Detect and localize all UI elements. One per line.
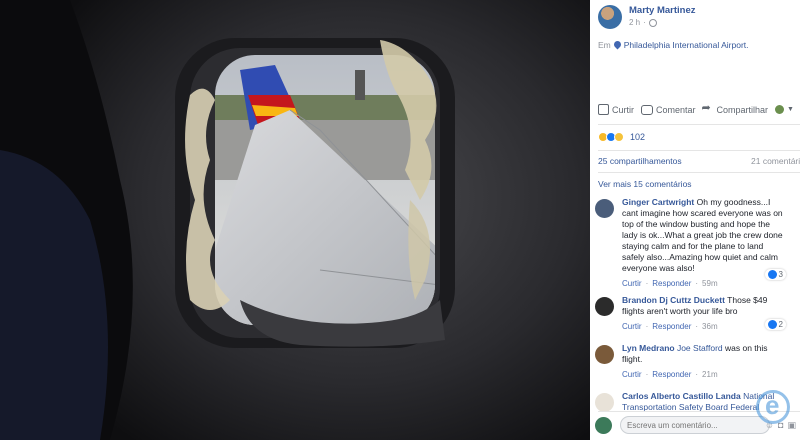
- globe-icon: [648, 19, 657, 27]
- divider: [598, 150, 800, 151]
- commenter-name[interactable]: Brandon Dj Cuttz Duckett: [622, 295, 725, 305]
- map-pin-icon: [614, 41, 621, 50]
- comment-text-block: Brandon Dj Cuttz Duckett Those $49 fligh…: [622, 295, 787, 317]
- post-meta: 2 h ·: [629, 17, 696, 29]
- profile-mini-avatar: [775, 105, 785, 114]
- comment-actions: Curtir · Responder · 36m: [622, 322, 787, 331]
- dot-separator: ·: [643, 18, 646, 27]
- share-label: Compartilhar: [716, 104, 769, 115]
- comment-likes-count: 3: [778, 270, 783, 279]
- comments-count[interactable]: 21 comentários: [751, 156, 800, 166]
- comment-time[interactable]: 36m: [702, 322, 718, 331]
- gif-icon[interactable]: ▣: [787, 420, 796, 431]
- divider: [598, 124, 800, 125]
- dot-separator: ·: [645, 279, 649, 288]
- airplane-window-photo: [0, 0, 590, 440]
- comment-body: Ginger Cartwright Oh my goodness...I can…: [622, 197, 787, 288]
- dot-separator: ·: [645, 370, 649, 379]
- dot-separator: ·: [695, 370, 699, 379]
- like-reaction-icon: [767, 270, 777, 279]
- like-label: Curtir: [612, 104, 634, 115]
- post-time[interactable]: 2 h: [629, 17, 640, 29]
- comment-likes-badge[interactable]: 3: [764, 269, 786, 280]
- comment-time[interactable]: 21m: [702, 370, 718, 379]
- location-link[interactable]: Philadelphia International Airport.: [624, 40, 749, 50]
- post-sidebar: Marty Martinez 2 h · Em Philadelphia Int…: [590, 0, 800, 440]
- comment-like-link[interactable]: Curtir: [622, 370, 642, 379]
- comment-reply-link[interactable]: Responder: [652, 279, 691, 288]
- comment-actions: Curtir · Responder · 21m: [622, 370, 787, 379]
- sad-reaction-icon: [614, 132, 624, 142]
- post-actions: Curtir Comentar Compartilhar ▼: [598, 101, 800, 115]
- current-user-avatar: [595, 416, 612, 434]
- commenter-name[interactable]: Ginger Cartwright: [622, 197, 694, 207]
- comment-text-block: Lyn Medrano Joe Stafford was on this fli…: [622, 343, 787, 365]
- commenter-avatar[interactable]: [595, 393, 614, 411]
- comment-item: Brandon Dj Cuttz Duckett Those $49 fligh…: [595, 295, 800, 331]
- thumbs-up-icon: [598, 104, 609, 115]
- like-reaction-icon: [767, 320, 777, 329]
- reactions-count[interactable]: 102: [630, 132, 645, 142]
- shares-count[interactable]: 25 compartilhamentos: [598, 156, 682, 166]
- post-photo[interactable]: [0, 0, 590, 440]
- commenter-avatar[interactable]: [595, 345, 614, 364]
- commenter-avatar[interactable]: [595, 297, 614, 316]
- dot-separator: ·: [695, 322, 699, 331]
- comment-item: Lyn Medrano Joe Stafford was on this fli…: [595, 343, 800, 379]
- comment-likes-badge[interactable]: 2: [764, 319, 786, 330]
- view-more-comments-link[interactable]: Ver mais 15 comentários: [598, 179, 692, 189]
- tagged-user[interactable]: Joe Stafford: [677, 343, 723, 353]
- comment-body: Lyn Medrano Joe Stafford was on this fli…: [622, 343, 787, 379]
- comment-input[interactable]: [620, 416, 770, 434]
- share-icon: [702, 101, 714, 114]
- dot-separator: ·: [645, 322, 649, 331]
- commenter-name[interactable]: Lyn Medrano: [622, 343, 675, 353]
- commenter-name[interactable]: Carlos Alberto Castillo Landa: [622, 391, 741, 401]
- comment-label: Comentar: [656, 104, 696, 115]
- post-location: Em Philadelphia International Airport.: [598, 40, 749, 50]
- comment-body: Brandon Dj Cuttz Duckett Those $49 fligh…: [622, 295, 787, 331]
- comment-item: Ginger Cartwright Oh my goodness...I can…: [595, 197, 800, 288]
- audience-selector[interactable]: ▼: [775, 105, 794, 114]
- comment-actions: Curtir · Responder · 59m: [622, 279, 787, 288]
- comment-reply-link[interactable]: Responder: [652, 370, 691, 379]
- author-name[interactable]: Marty Martinez: [629, 5, 696, 17]
- author-block: Marty Martinez 2 h ·: [629, 5, 696, 29]
- reactions-summary[interactable]: 102: [598, 132, 645, 142]
- comment-time[interactable]: 59m: [702, 279, 718, 288]
- location-prefix: Em: [598, 40, 611, 50]
- comment-reply-link[interactable]: Responder: [652, 322, 691, 331]
- comment-button[interactable]: Comentar: [641, 104, 696, 115]
- comment-text: Oh my goodness...I cant imagine how scar…: [622, 197, 783, 273]
- divider: [598, 172, 800, 173]
- watermark-logo: [756, 390, 790, 424]
- share-button[interactable]: Compartilhar: [702, 101, 769, 115]
- commenter-avatar[interactable]: [595, 199, 614, 218]
- comment-icon: [641, 104, 653, 115]
- caret-down-icon: ▼: [787, 106, 794, 113]
- dot-separator: ·: [695, 279, 699, 288]
- author-avatar[interactable]: [598, 5, 622, 29]
- comment-like-link[interactable]: Curtir: [622, 322, 642, 331]
- like-button[interactable]: Curtir: [598, 104, 634, 115]
- post-header: Marty Martinez 2 h ·: [598, 4, 696, 30]
- comment-text-block: Ginger Cartwright Oh my goodness...I can…: [622, 197, 787, 274]
- comment-like-link[interactable]: Curtir: [622, 279, 642, 288]
- comment-likes-count: 2: [778, 320, 783, 329]
